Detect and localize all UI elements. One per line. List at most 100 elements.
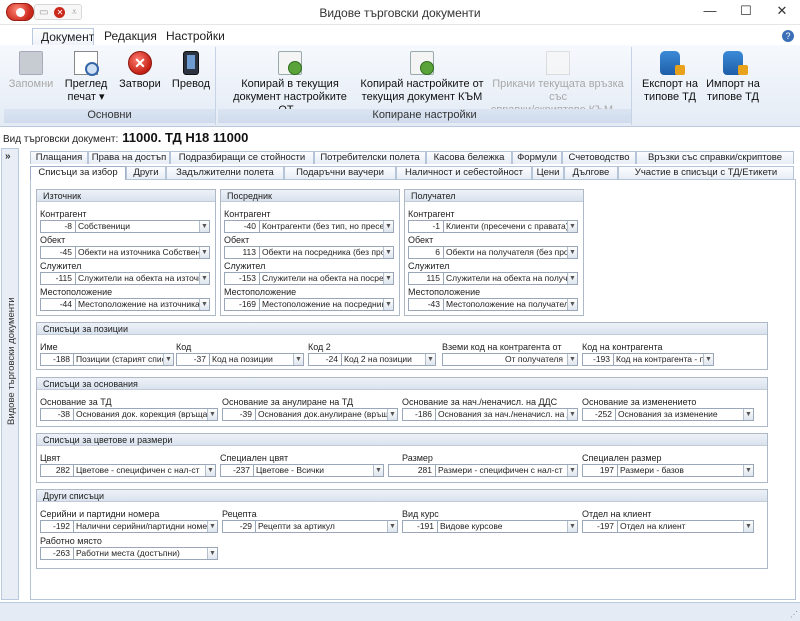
- reason-vat-select[interactable]: Основания за нач./неначисл. на ДДС (Пр▼: [436, 408, 578, 421]
- counterparty-code-source-field[interactable]: От получателя ▼: [442, 353, 578, 366]
- tab-access-rights[interactable]: Права на достъп: [88, 151, 170, 164]
- rate-type-select[interactable]: Видове курсове ▼: [438, 520, 578, 533]
- intermediary-employee-select[interactable]: Служители на обекта на посредник ▼: [260, 272, 394, 285]
- translate-button[interactable]: Превод: [168, 49, 214, 91]
- intermediary-location-select[interactable]: Местоположение на посредника ▼: [260, 298, 394, 311]
- reason-cancel-select[interactable]: Основания док.анулиране (връща ID!) ▼: [256, 408, 398, 421]
- recipient-object-field[interactable]: 6 Обекти на получателя (без пров.пр ▼: [408, 246, 578, 259]
- tab-gift-vouchers[interactable]: Подаръчни ваучери: [284, 166, 396, 179]
- minimize-button[interactable]: —: [692, 0, 728, 24]
- recipient-employee-field[interactable]: 115 Служители на обекта на получател ▼: [408, 272, 578, 285]
- client-department-select[interactable]: Отдел на клиент ▼: [618, 520, 754, 533]
- intermediary-counterparty-field[interactable]: -40 Контрагенти (без тип, но пресечени ▼: [224, 220, 394, 233]
- rate-type-field[interactable]: -191 Видове курсове ▼: [402, 520, 578, 533]
- reason-cancel-field[interactable]: -39 Основания док.анулиране (връща ID!) ▼: [222, 408, 398, 421]
- recipe-select[interactable]: Рецепти за артикул ▼: [256, 520, 398, 533]
- recipient-counterparty-field[interactable]: -1 Клиенти (пресечени с правата) ▼: [408, 220, 578, 233]
- export-types-button[interactable]: Експорт на типове ТД: [638, 49, 702, 104]
- copy-settings-from-button[interactable]: Копирай в текущия документ настройките О…: [222, 49, 358, 117]
- workplace-select[interactable]: Работни места (достъпни) ▼: [74, 547, 218, 560]
- source-employee-field[interactable]: -115 Служители на обекта на източника ▼: [40, 272, 210, 285]
- special-color-field[interactable]: -237 Цветове - Всички ▼: [220, 464, 384, 477]
- tab-formulas[interactable]: Формули: [512, 151, 562, 164]
- position-code2-field[interactable]: -24 Код 2 на позиции ▼: [308, 353, 436, 366]
- reason-vat-field[interactable]: -186Основания за нач./неначисл. на ДДС (…: [402, 408, 578, 421]
- source-counterparty-select[interactable]: Собственици ▼: [76, 220, 210, 233]
- position-code-select[interactable]: Код на позиции ▼: [210, 353, 304, 366]
- side-panel[interactable]: » Видове търговски документи: [1, 148, 19, 600]
- help-icon[interactable]: ?: [782, 30, 794, 42]
- ribbon-tab-settings[interactable]: Настройки: [158, 28, 228, 46]
- recipient-counterparty-select[interactable]: Клиенти (пресечени с правата) ▼: [444, 220, 578, 233]
- intermediary-object-select[interactable]: Обекти на посредника (без пров.пр ▼: [260, 246, 394, 259]
- intermediary-object-field[interactable]: 113 Обекти на посредника (без пров.пр ▼: [224, 246, 394, 259]
- recipient-object-select[interactable]: Обекти на получателя (без пров.пр ▼: [444, 246, 578, 259]
- source-object-select[interactable]: Обекти на източника Собственик (с ▼: [76, 246, 210, 259]
- position-name-field[interactable]: -188 Позиции (старият списък б ▼: [40, 353, 174, 366]
- serial-numbers-select[interactable]: Налични серийни/партидни номера с р ▼: [74, 520, 218, 533]
- chevron-down-icon: ▼: [199, 247, 209, 258]
- special-size-field[interactable]: 197 Размери - базов ▼: [582, 464, 754, 477]
- tab-accounting[interactable]: Счетоводство: [562, 151, 636, 164]
- field-label: Код: [176, 342, 192, 352]
- color-field[interactable]: 282 Цветове - специфичен с нал-ст ▼: [40, 464, 216, 477]
- ribbon-tab-edit[interactable]: Редакция: [96, 28, 158, 46]
- chevron-down-icon: ▼: [199, 299, 209, 310]
- tab-other[interactable]: Други: [126, 166, 166, 179]
- color-select[interactable]: Цветове - специфичен с нал-ст ▼: [74, 464, 216, 477]
- special-color-select[interactable]: Цветове - Всички ▼: [254, 464, 384, 477]
- chevron-down-icon: ▼: [743, 465, 753, 476]
- reason-document-field[interactable]: -38 Основания док. корекция (връща ID!) ▼: [40, 408, 218, 421]
- print-preview-button[interactable]: Преглед печат ▾: [60, 49, 112, 104]
- tab-prices[interactable]: Цени: [532, 166, 564, 179]
- source-location-field[interactable]: -44 Местоположение на източника ▼: [40, 298, 210, 311]
- counterparty-code-select[interactable]: Код на контрагента - по ▼: [614, 353, 714, 366]
- counterparty-code-field[interactable]: -193 Код на контрагента - по ▼: [582, 353, 714, 366]
- serial-numbers-field[interactable]: -192 Налични серийни/партидни номера с р ▼: [40, 520, 218, 533]
- position-code-field[interactable]: -37 Код на позиции ▼: [176, 353, 304, 366]
- recipe-field[interactable]: -29 Рецепти за артикул ▼: [222, 520, 398, 533]
- recipient-employee-select[interactable]: Служители на обекта на получател ▼: [444, 272, 578, 285]
- tab-required-fields[interactable]: Задължителни полета: [166, 166, 284, 179]
- tab-stock-cost[interactable]: Наличност и себестойност: [396, 166, 532, 179]
- reason-document-select[interactable]: Основания док. корекция (връща ID!) ▼: [74, 408, 218, 421]
- tab-list-participation[interactable]: Участие в списъци с ТД/Етикети: [618, 166, 794, 179]
- reason-change-select[interactable]: Основания за изменение ▼: [616, 408, 754, 421]
- import-types-button[interactable]: Импорт на типове ТД: [702, 49, 764, 104]
- maximize-button[interactable]: ☐: [728, 0, 764, 24]
- client-department-field[interactable]: -197 Отдел на клиент ▼: [582, 520, 754, 533]
- source-counterparty-field[interactable]: -8 Собственици ▼: [40, 220, 210, 233]
- tab-user-fields[interactable]: Потребителски полета: [314, 151, 426, 164]
- source-employee-select[interactable]: Служители на обекта на източника ▼: [76, 272, 210, 285]
- tab-cash-receipt[interactable]: Касова бележка: [426, 151, 512, 164]
- close-window-button[interactable]: ✕: [764, 0, 800, 24]
- tab-report-links[interactable]: Връзки със справки/скриптове: [636, 151, 794, 164]
- source-object-field[interactable]: -45 Обекти на източника Собственик (с ▼: [40, 246, 210, 259]
- expand-panel-icon[interactable]: »: [5, 151, 11, 162]
- tab-selection-lists[interactable]: Списъци за избор: [30, 166, 126, 180]
- recipient-location-field[interactable]: -43 Местоположение на получателя ▼: [408, 298, 578, 311]
- intermediary-location-field[interactable]: -169 Местоположение на посредника ▼: [224, 298, 394, 311]
- size-field[interactable]: 281 Размери - специфичен с нал-ст ▼: [388, 464, 578, 477]
- tab-debts[interactable]: Дългове: [564, 166, 618, 179]
- position-name-select[interactable]: Позиции (старият списък б ▼: [74, 353, 174, 366]
- tab-defaults[interactable]: Подразбиращи се стойности: [170, 151, 314, 164]
- workplace-field[interactable]: -263 Работни места (достъпни) ▼: [40, 547, 218, 560]
- copy-settings-to-button[interactable]: Копирай настройките от текущия документ …: [360, 49, 484, 104]
- size-select[interactable]: Размери - специфичен с нал-ст ▼: [436, 464, 578, 477]
- save-button[interactable]: Запомни: [6, 49, 56, 91]
- tab-payments[interactable]: Плащания: [30, 151, 88, 164]
- source-location-select[interactable]: Местоположение на източника ▼: [76, 298, 210, 311]
- intermediary-counterparty-select[interactable]: Контрагенти (без тип, но пресечени ▼: [260, 220, 394, 233]
- special-size-select[interactable]: Размери - базов ▼: [618, 464, 754, 477]
- position-code2-select[interactable]: Код 2 на позиции ▼: [342, 353, 436, 366]
- recipient-location-select[interactable]: Местоположение на получателя ▼: [444, 298, 578, 311]
- intermediary-employee-field[interactable]: -153 Служители на обекта на посредник ▼: [224, 272, 394, 285]
- resize-grip-icon[interactable]: ⋰: [790, 610, 798, 619]
- document-type-label: Вид търговски документ:: [3, 134, 119, 145]
- counterparty-code-source-select[interactable]: От получателя ▼: [442, 353, 578, 366]
- attach-link-button[interactable]: Прикачи текущата връзка със справки/скри…: [486, 49, 630, 117]
- close-button[interactable]: ✕ Затвори: [116, 49, 164, 91]
- reason-change-field[interactable]: -252 Основания за изменение ▼: [582, 408, 754, 421]
- ribbon-tab-document[interactable]: Документ: [32, 28, 94, 46]
